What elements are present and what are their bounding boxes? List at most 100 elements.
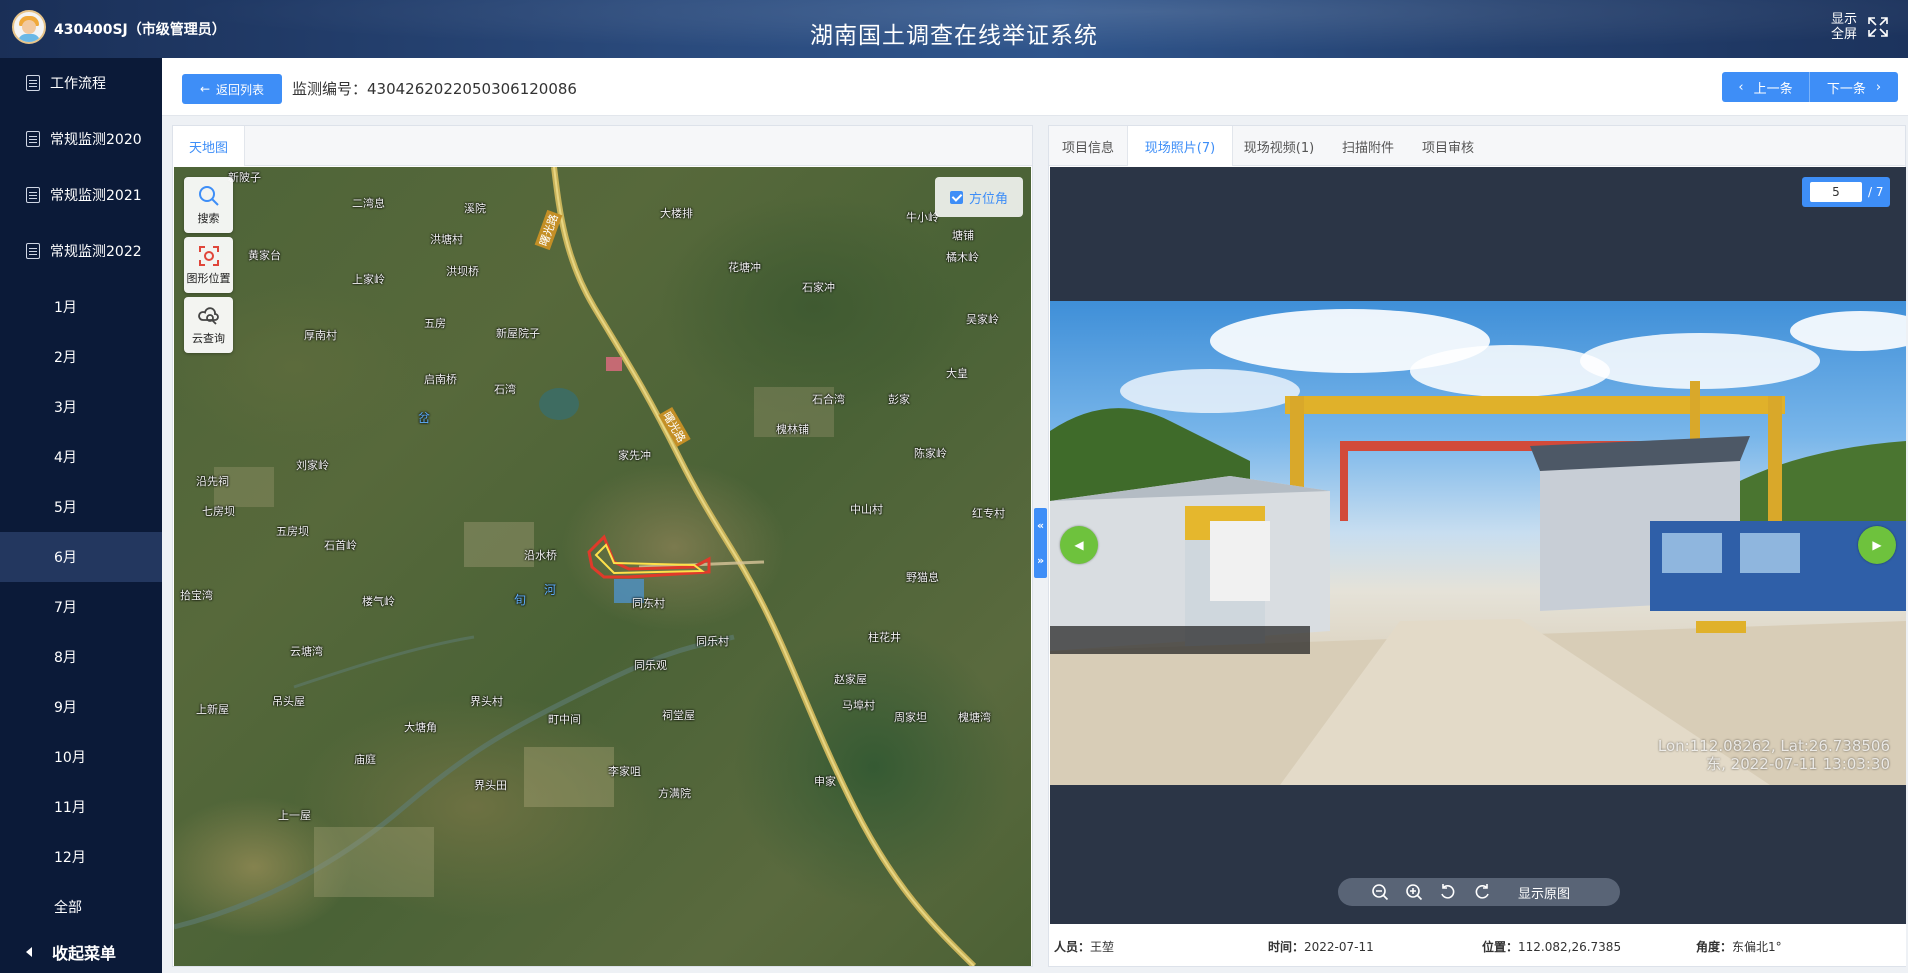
month-item[interactable]: 1月 bbox=[0, 282, 162, 332]
notice-board bbox=[1210, 521, 1270, 601]
azimuth-toggle[interactable]: 方位角 bbox=[935, 177, 1023, 217]
chevron-left-icon: ‹ bbox=[1738, 79, 1744, 95]
month-item[interactable]: 3月 bbox=[0, 382, 162, 432]
highway bbox=[551, 167, 977, 966]
office-window bbox=[1740, 533, 1800, 573]
place-label: 溪院 bbox=[464, 202, 486, 215]
edit-icon bbox=[26, 75, 40, 91]
double-chevron-left-icon: « bbox=[1036, 519, 1045, 532]
red-building bbox=[606, 357, 622, 371]
sidebar-item-workflow[interactable]: 工作流程 bbox=[0, 58, 162, 108]
chevron-right-icon: › bbox=[1875, 79, 1882, 95]
next-record-label: 下一条 bbox=[1826, 81, 1866, 97]
tab-site-videos[interactable]: 现场视频(1) bbox=[1233, 126, 1325, 166]
barrier-base bbox=[1050, 626, 1310, 654]
map-tool-label: 图形位置 bbox=[186, 272, 231, 285]
place-label: 塘铺 bbox=[952, 229, 974, 242]
azimuth-label: 方位角 bbox=[968, 191, 1008, 207]
fullscreen-line1: 显示 bbox=[1830, 12, 1857, 27]
search-icon bbox=[198, 186, 219, 206]
show-original-button[interactable]: 显示原图 bbox=[1518, 883, 1570, 902]
record-nav: ‹ 上一条 下一条 › bbox=[1722, 72, 1898, 102]
fullscreen-text: 显示 全屏 bbox=[1830, 12, 1858, 42]
next-record-button[interactable]: 下一条 › bbox=[1810, 72, 1898, 102]
sidebar-item-monitor-2022[interactable]: 常规监测2022 bbox=[0, 226, 162, 276]
place-label: 洪塘村 bbox=[430, 233, 463, 246]
zoom-in-icon[interactable] bbox=[1404, 882, 1424, 902]
month-item[interactable]: 10月 bbox=[0, 732, 162, 782]
place-label: 石家冲 bbox=[802, 281, 835, 294]
next-photo-button[interactable]: ▶ bbox=[1858, 526, 1896, 564]
place-label: 同乐观 bbox=[634, 659, 667, 672]
zoom-out-icon[interactable] bbox=[1370, 882, 1390, 902]
map-shape-locate-button[interactable]: 图形位置 bbox=[184, 237, 233, 293]
photo-info-bar: 人员：王堃 时间：2022-07-11 位置：112.082,26.7385 角… bbox=[1050, 924, 1906, 966]
tab-scan-attachments[interactable]: 扫描附件 bbox=[1325, 126, 1411, 166]
sidebar-item-monitor-2020[interactable]: 常规监测2020 bbox=[0, 114, 162, 164]
arrow-left-icon: ← bbox=[199, 82, 211, 96]
map-cloud-query-button[interactable]: 云查询 bbox=[184, 297, 233, 353]
office-window bbox=[1662, 533, 1722, 573]
place-label: 庙庭 bbox=[354, 753, 376, 766]
tab-project-info[interactable]: 项目信息 bbox=[1049, 126, 1127, 166]
tab-site-photos[interactable]: 现场照片(7) bbox=[1127, 126, 1233, 166]
monitor-number: 监测编号：430426202205030612008​6 bbox=[292, 80, 577, 98]
month-item-active[interactable]: 6月 bbox=[0, 532, 162, 582]
place-label: 槐塘湾 bbox=[958, 711, 991, 724]
month-item[interactable]: 11月 bbox=[0, 782, 162, 832]
place-label: 槐林铺 bbox=[776, 423, 809, 436]
site-photo-scene bbox=[1050, 309, 1906, 785]
map-search-button[interactable]: 搜索 bbox=[184, 177, 233, 233]
rotate-left-icon[interactable] bbox=[1438, 882, 1458, 902]
place-label: 五房坝 bbox=[276, 525, 309, 538]
month-item-all[interactable]: 全部 bbox=[0, 882, 162, 932]
sidebar-item-monitor-2021[interactable]: 常规监测2021 bbox=[0, 170, 162, 220]
month-item[interactable]: 9月 bbox=[0, 682, 162, 732]
expand-icon bbox=[1868, 17, 1888, 37]
place-label: 上新屋 bbox=[196, 703, 229, 716]
double-chevron-right-icon: » bbox=[1036, 554, 1045, 567]
place-label: 同东村 bbox=[632, 597, 665, 610]
place-label: 沿水桥 bbox=[524, 549, 557, 562]
cloud bbox=[1580, 333, 1820, 389]
page-input[interactable] bbox=[1810, 182, 1862, 202]
rotate-right-icon[interactable] bbox=[1472, 882, 1492, 902]
info-person: 人员：王堃 bbox=[1054, 938, 1114, 955]
place-label: 周家坦 bbox=[894, 711, 927, 724]
month-item[interactable]: 2月 bbox=[0, 332, 162, 382]
barrier-arm bbox=[1696, 621, 1746, 633]
month-item[interactable]: 7月 bbox=[0, 582, 162, 632]
fullscreen-line2: 全屏 bbox=[1830, 27, 1857, 42]
collapse-menu-button[interactable]: 收起菜单 bbox=[0, 932, 162, 972]
field bbox=[314, 827, 434, 897]
site-photo[interactable]: Lon:112.08262, Lat:26.738506 东, 2022-07-… bbox=[1050, 301, 1906, 785]
place-label: 吊头屋 bbox=[272, 695, 305, 708]
prev-photo-button[interactable]: ◀ bbox=[1060, 526, 1098, 564]
fullscreen-button[interactable]: 显示 全屏 bbox=[1830, 12, 1890, 42]
place-label: 石合湾 bbox=[812, 393, 845, 406]
place-label: 新屋院子 bbox=[496, 327, 540, 340]
place-label: 申家 bbox=[814, 775, 836, 788]
satellite-map[interactable]: 新陂子 二湾息 溪院 大楼排 牛小岭 塘铺 洪塘村 黄家台 洪坝桥 橘木岭 花塘… bbox=[174, 167, 1031, 966]
month-item[interactable]: 4月 bbox=[0, 432, 162, 482]
place-label: 祠堂屋 bbox=[662, 709, 695, 722]
place-label: 旬 bbox=[514, 593, 527, 607]
info-time-value: 2022-07-11 bbox=[1304, 940, 1374, 954]
tab-project-review[interactable]: 项目审核 bbox=[1411, 126, 1485, 166]
tab-tianditu[interactable]: 天地图 bbox=[173, 126, 245, 166]
place-label: 五房 bbox=[424, 317, 446, 330]
collapse-menu-label: 收起菜单 bbox=[52, 944, 117, 963]
back-to-list-button[interactable]: ← 返回列表 bbox=[182, 74, 282, 104]
page-total: / 7 bbox=[1868, 185, 1884, 199]
month-item[interactable]: 5月 bbox=[0, 482, 162, 532]
place-label: 上一屋 bbox=[278, 809, 311, 822]
panel-collapse-handle[interactable]: « » bbox=[1034, 508, 1047, 578]
month-item[interactable]: 8月 bbox=[0, 632, 162, 682]
prev-record-button[interactable]: ‹ 上一条 bbox=[1722, 72, 1810, 102]
map-overlay bbox=[174, 167, 977, 966]
place-label: 町中间 bbox=[548, 713, 581, 726]
gantry-beam bbox=[1285, 396, 1785, 414]
month-item[interactable]: 12月 bbox=[0, 832, 162, 882]
sidebar-item-label: 工作流程 bbox=[50, 76, 106, 92]
place-label: 中山村 bbox=[850, 503, 883, 516]
